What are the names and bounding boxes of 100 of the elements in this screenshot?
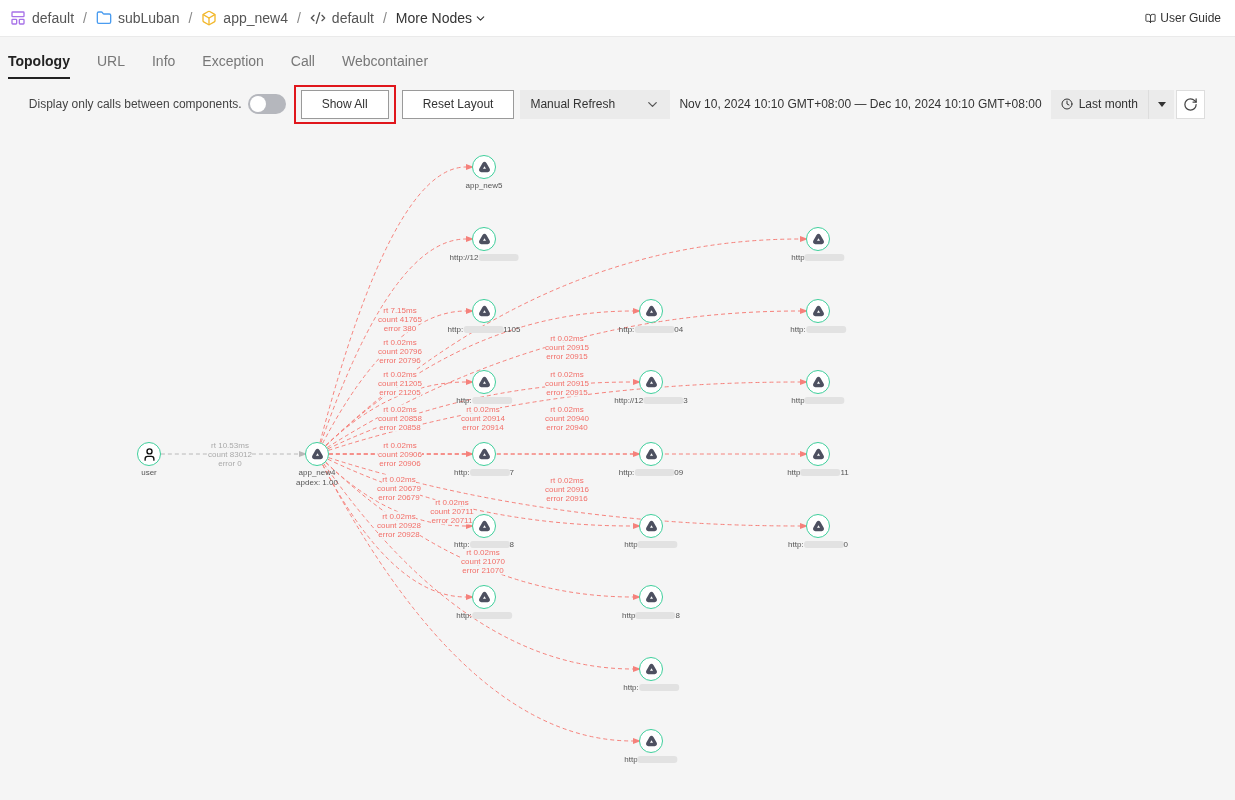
rt-text: rt 0.02ms [466, 404, 500, 414]
service-node[interactable] [806, 514, 830, 538]
rt-text: rt 10.53ms [211, 440, 249, 450]
error-text: error 21070 [462, 565, 504, 575]
service-node[interactable] [472, 155, 496, 179]
service-node[interactable] [305, 442, 329, 466]
node-label-suffix: 0 [843, 540, 848, 549]
node-label: http: [456, 396, 472, 405]
count-text: count 20906 [378, 449, 422, 459]
service-icon [310, 448, 324, 460]
toggle-label: Display only calls between components. [28, 97, 242, 111]
service-icon [644, 448, 658, 460]
rt-text: rt 7.15ms [383, 305, 417, 315]
service-node[interactable] [472, 514, 496, 538]
service-icon [477, 591, 491, 603]
service-icon [811, 448, 825, 460]
caret-down-icon [1157, 101, 1166, 107]
breadcrumb-separator: / [188, 10, 193, 26]
period-dropdown-button[interactable] [1148, 89, 1174, 119]
node-label: http: [790, 325, 806, 334]
service-icon [811, 233, 825, 245]
service-node[interactable] [806, 442, 830, 466]
node-label: http: [623, 683, 639, 692]
tab[interactable]: Exception [202, 53, 264, 79]
node-label: http: [454, 468, 470, 477]
service-node[interactable] [472, 585, 496, 609]
service-icon [811, 520, 825, 532]
count-text: count 20928 [377, 520, 421, 530]
service-node[interactable] [639, 729, 663, 753]
count-text: count 20711 [430, 506, 474, 516]
user-guide-link[interactable]: User Guide [1145, 11, 1221, 25]
service-node[interactable] [639, 514, 663, 538]
workspace-icon [10, 10, 26, 26]
count-text: count 21070 [461, 556, 505, 566]
breadcrumb-link[interactable]: default [10, 10, 75, 26]
tab[interactable]: URL [96, 53, 125, 79]
node-label: http://12 [449, 253, 479, 262]
node-label: http: [788, 540, 804, 549]
error-text: error 21205 [379, 387, 421, 397]
error-text: error 20906 [379, 458, 421, 468]
breadcrumb-link[interactable]: default [309, 10, 374, 26]
service-icon [477, 161, 491, 173]
service-node[interactable] [639, 370, 663, 394]
node-label: app_new4 [298, 468, 336, 477]
refresh-button[interactable] [1176, 89, 1205, 119]
period-button[interactable]: Last month [1050, 89, 1148, 119]
service-node[interactable] [639, 585, 663, 609]
service-node[interactable] [639, 299, 663, 323]
node-label-suffix: 11 [840, 468, 849, 477]
service-icon [811, 305, 825, 317]
count-text: count 20916 [545, 484, 589, 494]
node-label-suffix: 7 [509, 468, 514, 477]
toggle-switch[interactable] [247, 94, 286, 114]
count-text: count 20915 [545, 378, 589, 388]
service-node[interactable] [639, 657, 663, 681]
service-icon [477, 233, 491, 245]
service-icon [644, 520, 658, 532]
rt-text: rt 0.02ms [435, 497, 469, 507]
node-label: http: [447, 325, 464, 334]
service-node[interactable] [806, 227, 830, 251]
node-label: http: [618, 468, 635, 477]
service-node[interactable] [639, 442, 663, 466]
apdex-text: apdex: 1.00 [296, 478, 338, 487]
node-label-suffix: 09 [674, 468, 684, 477]
node-label-suffix: 8 [675, 611, 680, 620]
node-label: http [787, 468, 801, 477]
rt-text: rt 0.02ms [383, 337, 417, 347]
error-text: error 20915 [546, 351, 588, 361]
node-label: http [791, 253, 805, 262]
refresh-mode-select[interactable]: Manual Refresh [520, 89, 671, 119]
rt-text: rt 0.02ms [550, 369, 584, 379]
breadcrumb-link[interactable]: subLuban [95, 10, 180, 26]
service-node[interactable] [472, 442, 496, 466]
rt-text: rt 0.02ms [383, 404, 417, 414]
tab[interactable]: Webcontainer [341, 53, 429, 79]
tab[interactable]: Call [290, 53, 315, 79]
node-label: user [141, 468, 157, 477]
service-node[interactable] [472, 299, 496, 323]
rt-text: rt 0.02ms [550, 333, 584, 343]
service-node[interactable] [806, 370, 830, 394]
rt-text: rt 0.02ms [382, 511, 416, 521]
folder-icon [95, 10, 112, 26]
node-label-suffix: 04 [674, 325, 684, 334]
error-text: error 20916 [546, 493, 588, 503]
node-label-suffix: 8 [509, 540, 514, 549]
reset-layout-button[interactable]: Reset Layout [401, 89, 515, 119]
tab[interactable]: Topology [8, 53, 70, 79]
service-node[interactable] [806, 299, 830, 323]
service-node[interactable] [472, 370, 496, 394]
user-node[interactable] [137, 442, 161, 466]
show-all-button[interactable]: Show All [300, 89, 389, 119]
more-nodes-dropdown[interactable]: More Nodes [395, 10, 488, 26]
tab[interactable]: Info [151, 53, 176, 79]
rt-text: rt 0.02ms [550, 404, 584, 414]
breadcrumb-separator: / [83, 10, 87, 26]
service-icon [644, 376, 658, 388]
breadcrumb-link[interactable]: app_new4 [201, 10, 288, 26]
service-node[interactable] [472, 227, 496, 251]
node-label: http: [618, 325, 635, 334]
error-text: error 20940 [546, 422, 588, 432]
